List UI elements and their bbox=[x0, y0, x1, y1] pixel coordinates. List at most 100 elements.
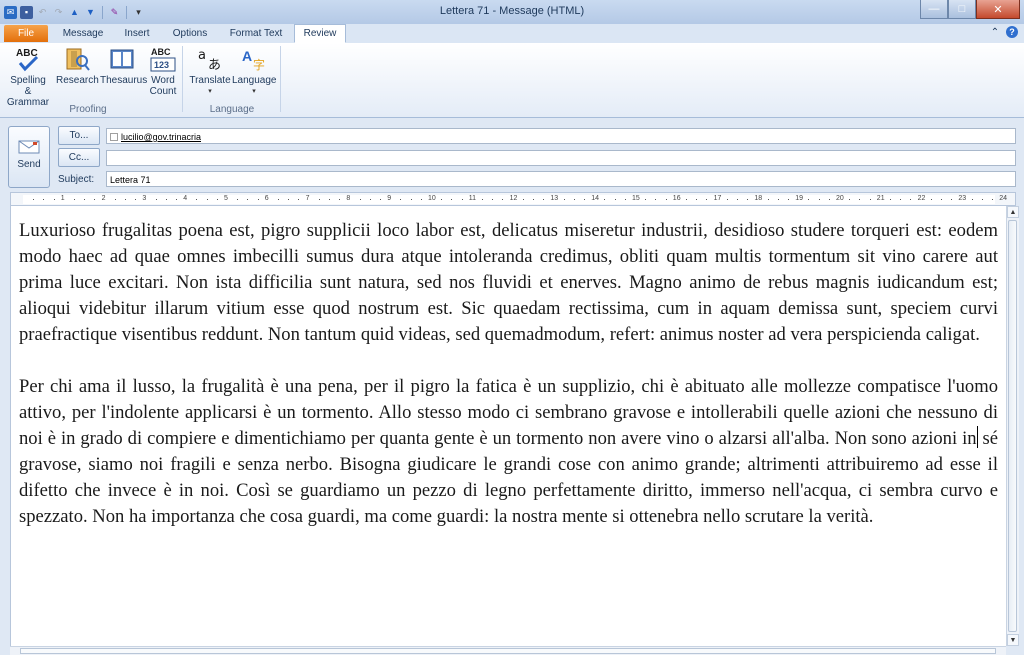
ruler-tick-24: 24 bbox=[999, 195, 1007, 202]
ruler-dot bbox=[869, 199, 871, 200]
ruler-tick-12: 12 bbox=[509, 195, 518, 202]
word-count-button[interactable]: ABC 123 Word Count bbox=[146, 45, 180, 97]
ruler-tick-7: 7 bbox=[305, 195, 310, 202]
ruler-dot bbox=[359, 199, 361, 200]
help-icon[interactable]: ? bbox=[1006, 26, 1018, 38]
spelling-grammar-button[interactable]: ABC Spelling & Grammar bbox=[6, 45, 50, 108]
cc-button[interactable]: Cc... bbox=[58, 148, 100, 167]
tab-message[interactable]: Message bbox=[56, 25, 110, 42]
ruler-dot bbox=[165, 199, 167, 200]
language-group: aあ Translate ▾ A字 Language ▾ Language bbox=[184, 43, 280, 117]
ruler-dot bbox=[441, 199, 443, 200]
thesaurus-icon bbox=[108, 45, 136, 73]
ruler-dot bbox=[216, 199, 218, 200]
ruler-dot bbox=[726, 199, 728, 200]
ruler-tick-22: 22 bbox=[917, 195, 926, 202]
ruler-tick-1: 1 bbox=[60, 195, 65, 202]
ruler-dot bbox=[33, 199, 35, 200]
recipient-chip[interactable]: lucilio@gov.trinacria bbox=[110, 129, 201, 145]
ruler-dot bbox=[737, 199, 738, 200]
thesaurus-button[interactable]: Thesaurus bbox=[100, 45, 147, 86]
maximize-button[interactable]: □ bbox=[948, 0, 976, 19]
ruler-tick-8: 8 bbox=[346, 195, 351, 202]
ruler-dot bbox=[94, 199, 96, 200]
tab-format-text[interactable]: Format Text bbox=[222, 25, 290, 42]
tab-insert[interactable]: Insert bbox=[114, 25, 160, 42]
ruler-dot bbox=[981, 199, 983, 200]
message-text[interactable]: Luxurioso frugalitas poena est, pigro su… bbox=[19, 218, 998, 556]
language-label: Language bbox=[232, 75, 277, 86]
ruler-dot bbox=[859, 199, 861, 200]
ruler-dot bbox=[278, 199, 279, 200]
to-button[interactable]: To... bbox=[58, 126, 100, 145]
ruler-dot bbox=[533, 199, 534, 200]
ruler-tick-19: 19 bbox=[795, 195, 803, 202]
research-button[interactable]: Research bbox=[56, 45, 99, 86]
ruler-dot bbox=[298, 199, 300, 200]
scroll-down-icon[interactable]: ▼ bbox=[1007, 634, 1019, 646]
language-icon: A字 bbox=[240, 45, 268, 73]
ruler-dot bbox=[451, 199, 453, 200]
svg-text:字: 字 bbox=[253, 57, 265, 72]
ruler-tick-18: 18 bbox=[754, 195, 763, 202]
paragraph-italian-part-1: Per chi ama il lusso, la frugalità è una… bbox=[19, 376, 998, 449]
proofing-group-label: Proofing bbox=[69, 104, 107, 115]
ruler-dot bbox=[910, 199, 912, 200]
ruler-tick-10: 10 bbox=[428, 195, 436, 202]
ribbon-tabs: File Message Insert Options Format Text … bbox=[0, 24, 1024, 44]
tab-file[interactable]: File bbox=[4, 25, 48, 42]
scroll-up-icon[interactable]: ▲ bbox=[1007, 206, 1019, 218]
to-field[interactable]: lucilio@gov.trinacria bbox=[106, 128, 1016, 144]
subject-field[interactable]: Lettera 71 bbox=[106, 171, 1016, 187]
ruler-dot bbox=[573, 199, 575, 200]
ruler-dot bbox=[369, 199, 371, 200]
ruler-dot bbox=[237, 199, 239, 200]
ruler[interactable]: 1 2 3 4 5 6 7 8 9 10 11 12 13 14 15 16 17 18 19 20 21 22 23 24 bbox=[10, 192, 1016, 206]
window-title: Lettera 71 - Message (HTML) bbox=[439, 5, 585, 17]
ruler-tick-23: 23 bbox=[958, 195, 967, 202]
ruler-tick-13: 13 bbox=[550, 195, 559, 202]
collapse-ribbon-icon[interactable]: ⌃ bbox=[989, 26, 1001, 38]
ribbon: ABC Spelling & Grammar Research Thesauru… bbox=[0, 43, 1024, 118]
ruler-tick-3: 3 bbox=[142, 195, 147, 202]
svg-text:A: A bbox=[242, 48, 252, 64]
tab-review[interactable]: Review bbox=[294, 24, 346, 43]
translate-button[interactable]: aあ Translate ▾ bbox=[188, 45, 232, 97]
translate-label: Translate bbox=[189, 75, 231, 86]
ruler-tick-2: 2 bbox=[101, 195, 106, 202]
ruler-dot bbox=[84, 199, 86, 200]
word-count-label-2: Count bbox=[149, 86, 177, 97]
ruler-tick-20: 20 bbox=[836, 195, 844, 202]
ruler-dot bbox=[482, 199, 483, 200]
language-button[interactable]: A字 Language ▾ bbox=[232, 45, 277, 97]
ruler-dot bbox=[74, 199, 75, 200]
contact-icon bbox=[110, 133, 118, 141]
ruler-tick-15: 15 bbox=[632, 195, 640, 202]
ruler-dot bbox=[420, 199, 422, 200]
paragraph-italian: Per chi ama il lusso, la frugalità è una… bbox=[19, 374, 998, 530]
cc-field[interactable] bbox=[106, 150, 1016, 166]
ruler-tick-11: 11 bbox=[468, 195, 477, 202]
ruler-strip: 1 2 3 4 5 6 7 8 9 10 11 12 13 14 15 16 17 18 19 20 21 22 23 24 bbox=[23, 195, 1007, 204]
ruler-dot bbox=[522, 199, 524, 200]
close-button[interactable]: ✕ bbox=[976, 0, 1020, 19]
ruler-dot bbox=[767, 199, 769, 200]
ruler-dot bbox=[665, 199, 667, 200]
vertical-scrollbar[interactable]: ▲ ▼ bbox=[1006, 206, 1019, 646]
translate-dropdown-icon: ▾ bbox=[208, 88, 212, 95]
message-body[interactable]: Luxurioso frugalitas poena est, pigro su… bbox=[10, 206, 1007, 646]
ruler-dot bbox=[196, 199, 198, 200]
paragraph-latin: Luxurioso frugalitas poena est, pigro su… bbox=[19, 220, 998, 345]
tab-options[interactable]: Options bbox=[164, 25, 216, 42]
horizontal-scroll-thumb[interactable] bbox=[20, 648, 996, 654]
word-count-icon: ABC 123 bbox=[149, 45, 177, 73]
ruler-dot bbox=[777, 199, 779, 200]
minimize-button[interactable]: — bbox=[920, 0, 948, 19]
ruler-dot bbox=[400, 199, 402, 200]
vertical-scroll-thumb[interactable] bbox=[1008, 220, 1017, 632]
ruler-dot bbox=[329, 199, 330, 200]
ruler-dot bbox=[624, 199, 626, 200]
send-button[interactable]: Send bbox=[8, 126, 50, 188]
research-icon bbox=[63, 45, 91, 73]
ruler-dot bbox=[604, 199, 606, 200]
